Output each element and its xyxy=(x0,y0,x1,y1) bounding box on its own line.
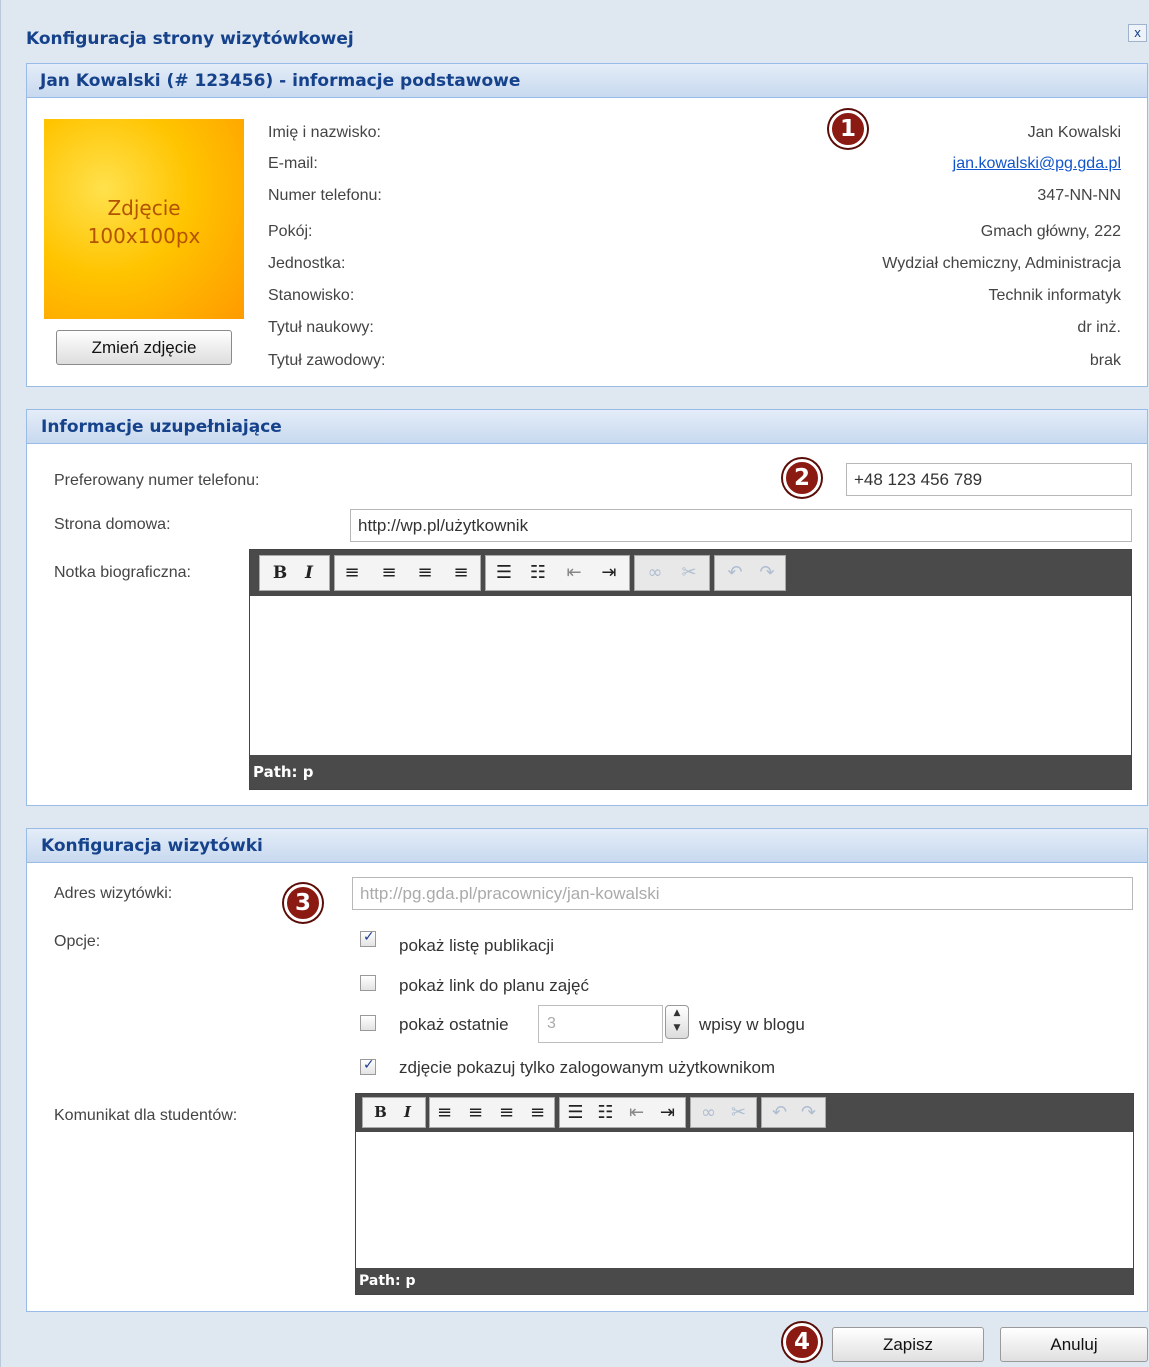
info-row-name: Imię i nazwisko: Jan Kowalski xyxy=(268,121,1121,145)
unlink-icon[interactable]: ✂ xyxy=(677,556,701,590)
align-left-icon[interactable]: ≡ xyxy=(340,556,364,590)
preferred-phone-label: Preferowany numer telefonu: xyxy=(54,472,260,489)
extra-info-panel: Informacje uzupełniające Preferowany num… xyxy=(26,409,1148,806)
info-value: brak xyxy=(1089,352,1121,369)
info-row-position: Stanowisko: Technik informatyk xyxy=(268,284,1121,308)
indent-icon[interactable]: ⇥ xyxy=(657,1098,678,1127)
info-value: Jan Kowalski xyxy=(1027,124,1121,141)
option-schedule-label: pokaż link do planu zajęć xyxy=(399,976,589,995)
align-justify-icon[interactable]: ≡ xyxy=(449,556,473,590)
option-schedule-checkbox[interactable] xyxy=(360,975,376,991)
save-button[interactable]: Zapisz xyxy=(832,1327,984,1362)
preferred-phone-input[interactable]: +48 123 456 789 xyxy=(846,463,1132,496)
info-row-professional-title: Tytuł zawodowy: brak xyxy=(268,349,1121,373)
profile-photo-placeholder: Zdjęcie 100x100px xyxy=(44,119,244,319)
email-link[interactable]: jan.kowalski@pg.gda.pl xyxy=(953,152,1121,176)
info-value: dr inż. xyxy=(1077,319,1121,336)
option-photo-logged-checkbox[interactable] xyxy=(360,1057,376,1075)
bio-editor-toolbar: B I ≡ ≡ ≡ ≡ ☰ ☷ ⇤ ⇥ ∞ ✂ ↶ ↷ xyxy=(250,550,1131,596)
numbered-list-icon[interactable]: ☷ xyxy=(526,556,550,590)
message-label: Komunikat dla studentów: xyxy=(54,1107,238,1124)
basic-info-header: Jan Kowalski (# 123456) - informacje pod… xyxy=(27,64,1147,98)
align-center-icon[interactable]: ≡ xyxy=(377,556,401,590)
bullet-list-icon[interactable]: ☰ xyxy=(492,556,516,590)
link-icon[interactable]: ∞ xyxy=(698,1098,719,1127)
redo-icon[interactable]: ↷ xyxy=(755,556,779,590)
bold-icon[interactable]: B xyxy=(268,556,292,590)
bullet-list-icon[interactable]: ☰ xyxy=(565,1098,586,1127)
config-dialog: Konfiguracja strony wizytówkowej x Jan K… xyxy=(0,0,1149,1367)
info-label: Stanowisko: xyxy=(268,287,355,304)
undo-icon[interactable]: ↶ xyxy=(769,1098,790,1127)
option-blog-label: pokaż ostatnie xyxy=(399,1015,509,1034)
extra-info-header: Informacje uzupełniające xyxy=(27,410,1147,444)
message-editor-area[interactable] xyxy=(356,1132,1133,1272)
info-label: Imię i nazwisko: xyxy=(268,124,381,141)
align-left-icon[interactable]: ≡ xyxy=(434,1098,455,1127)
blog-count-stepper[interactable]: ▲ ▼ xyxy=(665,1005,689,1039)
info-label: Jednostka: xyxy=(268,255,346,272)
bold-icon[interactable]: B xyxy=(370,1098,391,1127)
bio-label: Notka biograficzna: xyxy=(54,564,191,581)
unlink-icon[interactable]: ✂ xyxy=(728,1098,749,1127)
card-address-label: Adres wizytówki: xyxy=(54,885,173,902)
option-blog-checkbox[interactable] xyxy=(360,1015,376,1031)
align-right-icon[interactable]: ≡ xyxy=(496,1098,517,1127)
homepage-input[interactable]: http://wp.pl/użytkownik xyxy=(350,509,1132,542)
cancel-button[interactable]: Anuluj xyxy=(1000,1327,1148,1362)
message-editor: B I ≡ ≡ ≡ ≡ ☰ ☷ ⇤ ⇥ ∞ ✂ ↶ ↷ Path: p xyxy=(355,1093,1134,1295)
info-row-academic-title: Tytuł naukowy: dr inż. xyxy=(268,316,1121,340)
info-label: Pokój: xyxy=(268,223,313,240)
blog-suffix-label: wpisy w blogu xyxy=(699,1015,805,1034)
align-right-icon[interactable]: ≡ xyxy=(413,556,437,590)
info-row-phone: Numer telefonu: 347-NN-NN xyxy=(268,184,1121,208)
bio-editor-path: Path: p xyxy=(250,755,1131,789)
option-publications-label: pokaż listę publikacji xyxy=(399,936,554,955)
option-publications-checkbox[interactable] xyxy=(360,929,376,947)
step-badge-3: 3 xyxy=(284,884,322,922)
info-value: Gmach główny, 222 xyxy=(980,223,1121,240)
message-editor-toolbar: B I ≡ ≡ ≡ ≡ ☰ ☷ ⇤ ⇥ ∞ ✂ ↶ ↷ xyxy=(356,1094,1133,1132)
info-label: Numer telefonu: xyxy=(268,187,382,204)
card-config-panel: Konfiguracja wizytówki Adres wizytówki: … xyxy=(26,828,1148,1312)
dialog-title: Konfiguracja strony wizytówkowej xyxy=(26,29,354,49)
undo-icon[interactable]: ↶ xyxy=(723,556,747,590)
blog-count-input[interactable]: 3 xyxy=(538,1005,663,1043)
options-label: Opcje: xyxy=(54,933,101,950)
outdent-icon[interactable]: ⇤ xyxy=(626,1098,647,1127)
info-value: 347-NN-NN xyxy=(1037,187,1121,204)
indent-icon[interactable]: ⇥ xyxy=(597,556,621,590)
change-photo-button[interactable]: Zmień zdjęcie xyxy=(56,330,232,365)
basic-info-panel: Jan Kowalski (# 123456) - informacje pod… xyxy=(26,63,1148,387)
italic-icon[interactable]: I xyxy=(397,1098,418,1127)
info-row-email: E-mail: jan.kowalski@pg.gda.pl xyxy=(268,152,1121,176)
info-value: Technik informatyk xyxy=(988,287,1122,304)
step-badge-2: 2 xyxy=(783,459,821,497)
info-label: Tytuł zawodowy: xyxy=(268,352,386,369)
align-center-icon[interactable]: ≡ xyxy=(465,1098,486,1127)
close-button[interactable]: x xyxy=(1128,24,1147,42)
bio-editor-area[interactable] xyxy=(250,596,1131,757)
bio-editor: B I ≡ ≡ ≡ ≡ ☰ ☷ ⇤ ⇥ ∞ ✂ ↶ ↷ Path: p xyxy=(249,549,1132,790)
info-row-room: Pokój: Gmach główny, 222 xyxy=(268,220,1121,244)
homepage-label: Strona domowa: xyxy=(54,516,171,533)
card-config-header: Konfiguracja wizytówki xyxy=(27,829,1147,863)
step-badge-4: 4 xyxy=(783,1323,821,1361)
numbered-list-icon[interactable]: ☷ xyxy=(595,1098,616,1127)
info-label: Tytuł naukowy: xyxy=(268,319,374,336)
info-row-unit: Jednostka: Wydział chemiczny, Administra… xyxy=(268,252,1121,276)
link-icon[interactable]: ∞ xyxy=(643,556,667,590)
align-justify-icon[interactable]: ≡ xyxy=(527,1098,548,1127)
outdent-icon[interactable]: ⇤ xyxy=(562,556,586,590)
photo-text-line1: Zdjęcie xyxy=(107,196,181,220)
photo-text-line2: 100x100px xyxy=(87,224,201,248)
italic-icon[interactable]: I xyxy=(297,556,321,590)
info-label: E-mail: xyxy=(268,155,318,172)
card-address-input[interactable]: http://pg.gda.pl/pracownicy/jan-kowalski xyxy=(352,877,1133,910)
step-badge-1: 1 xyxy=(829,110,867,148)
option-photo-logged-label: zdjęcie pokazuj tylko zalogowanym użytko… xyxy=(399,1058,776,1077)
info-value: Wydział chemiczny, Administracja xyxy=(882,255,1121,272)
redo-icon[interactable]: ↷ xyxy=(798,1098,819,1127)
message-editor-path: Path: p xyxy=(356,1268,1133,1294)
